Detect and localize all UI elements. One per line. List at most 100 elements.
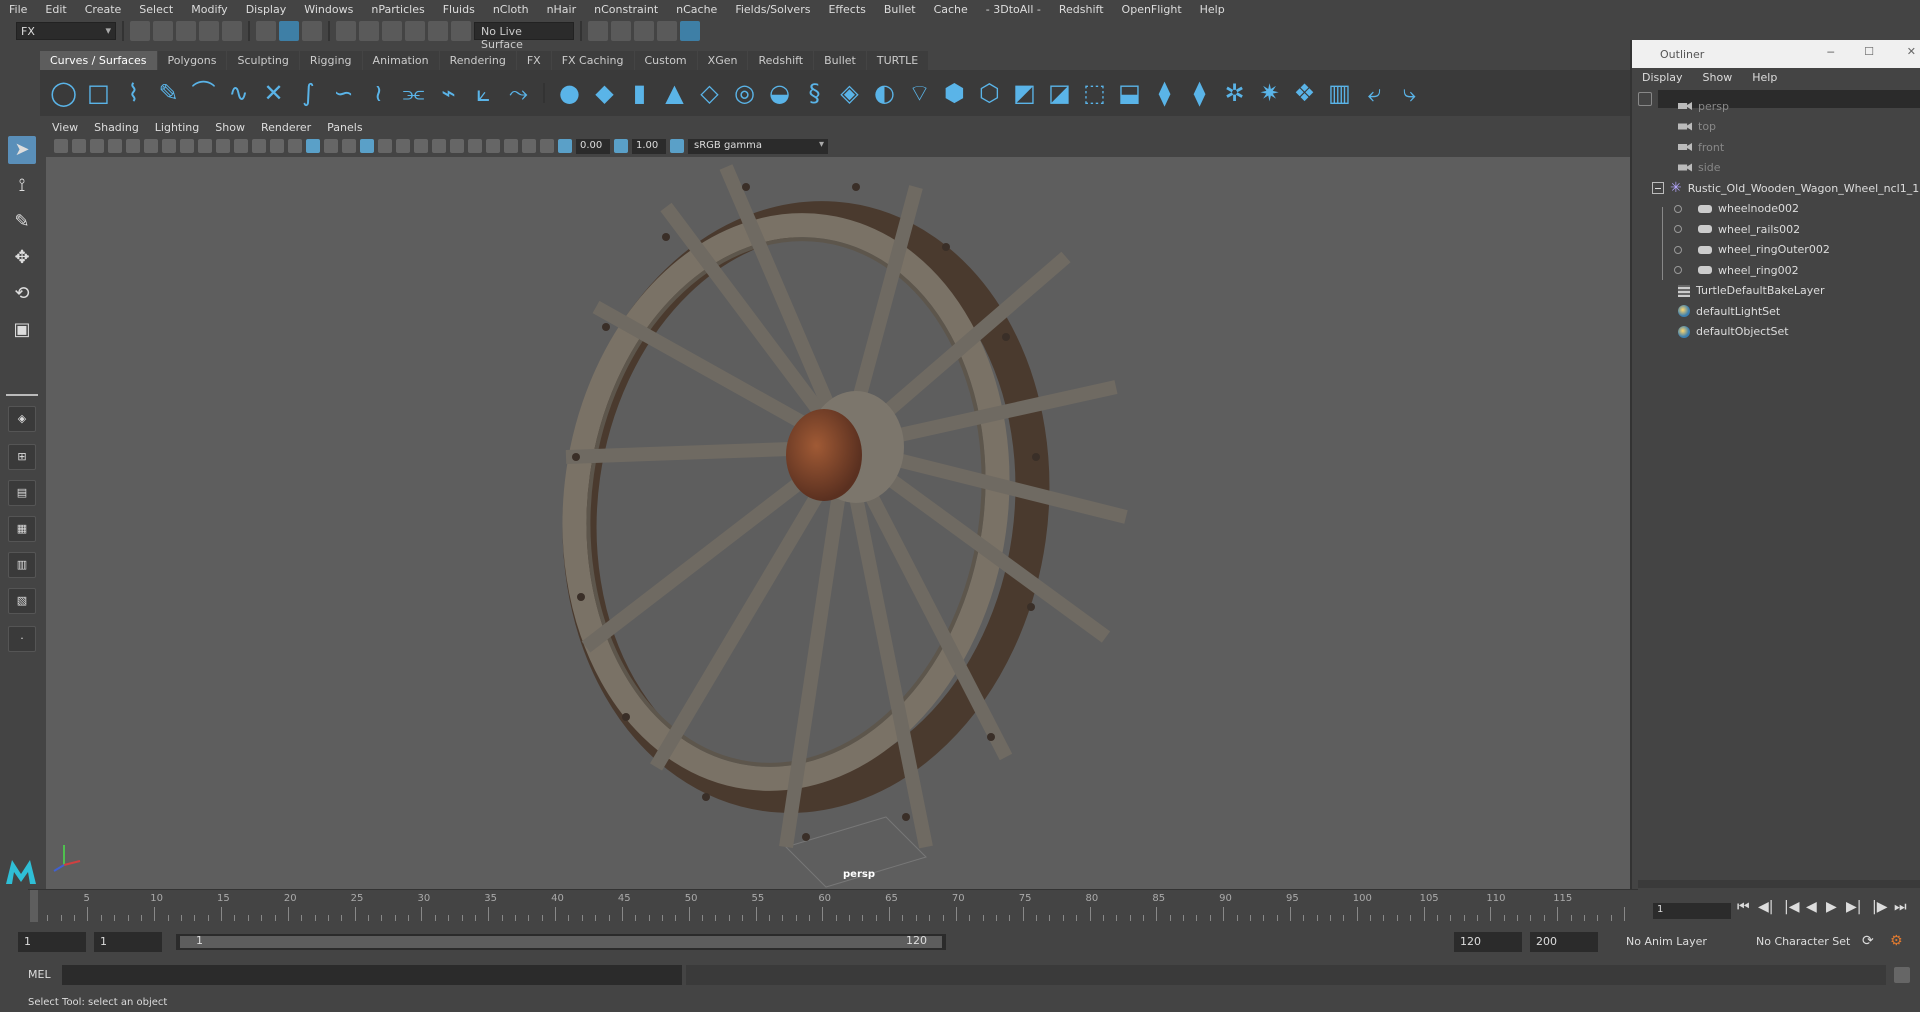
outliner-item[interactable]: TurtleDefaultBakeLayer <box>1678 281 1825 301</box>
loft-icon[interactable]: § <box>801 79 828 107</box>
select-component-icon[interactable] <box>302 21 322 41</box>
snap-curve-icon[interactable] <box>359 21 379 41</box>
nurbs-square-icon[interactable]: □ <box>85 79 112 107</box>
snap-surface-icon[interactable] <box>428 21 448 41</box>
ipr-render-icon[interactable] <box>657 21 677 41</box>
redo-icon[interactable] <box>222 21 242 41</box>
trim-tool-icon[interactable]: ⬓ <box>1116 79 1143 107</box>
sculpt-surface-icon[interactable]: ❖ <box>1291 79 1318 107</box>
intersect-curve-icon[interactable]: ✕ <box>260 79 287 107</box>
menu-fields-solvers[interactable]: Fields/Solvers <box>726 3 819 16</box>
resolution-gate-icon[interactable] <box>198 139 212 153</box>
auto-key-icon[interactable]: ⟳ <box>1862 933 1874 949</box>
menu-openflight[interactable]: OpenFlight <box>1113 3 1191 16</box>
screen-space-ao-icon[interactable] <box>414 139 428 153</box>
playback-end-field[interactable]: 120 <box>1454 932 1522 952</box>
current-frame-marker[interactable] <box>30 890 38 922</box>
go-to-end-icon[interactable]: ⏭ <box>1894 899 1907 915</box>
rebuild-surface-icon[interactable]: ✷ <box>1256 79 1283 107</box>
field-chart-icon[interactable] <box>234 139 248 153</box>
menu-windows[interactable]: Windows <box>295 3 362 16</box>
paint-select-icon[interactable]: ✎ <box>8 208 36 236</box>
insert-isoparm-icon[interactable]: ✲ <box>1221 79 1248 107</box>
panel-menu-renderer[interactable]: Renderer <box>253 121 319 134</box>
uv-editor-layout-icon[interactable]: ▧ <box>8 588 36 614</box>
single-perspective-layout-icon[interactable]: ◈ <box>8 406 36 432</box>
close-icon[interactable]: ✕ <box>1907 45 1916 58</box>
outliner-menu-help[interactable]: Help <box>1742 71 1787 84</box>
stitch-icon[interactable]: ⤶ <box>1361 79 1388 107</box>
command-language-label[interactable]: MEL <box>28 968 51 981</box>
xray-joints-icon[interactable] <box>540 139 554 153</box>
grid-icon[interactable] <box>162 139 176 153</box>
animation-start-field[interactable]: 1 <box>18 932 86 952</box>
outliner-horizontal-scrollbar[interactable] <box>1638 880 1920 888</box>
select-hierarchy-icon[interactable] <box>256 21 276 41</box>
character-set-dropdown[interactable]: No Character Set <box>1752 932 1868 952</box>
rebuild-curve-icon[interactable]: ≀ <box>365 79 392 107</box>
lock-camera-icon[interactable] <box>72 139 86 153</box>
snap-view-icon[interactable] <box>405 21 425 41</box>
persp-outliner-layout-icon[interactable]: ▤ <box>8 480 36 506</box>
select-tool-icon[interactable]: ➤ <box>8 136 36 164</box>
open-scene-icon[interactable] <box>153 21 173 41</box>
ep-curve-icon[interactable]: ⌇ <box>120 79 147 107</box>
panel-menu-view[interactable]: View <box>44 121 86 134</box>
current-frame-field[interactable]: 1 <box>1653 903 1731 919</box>
shelf-tab-rigging[interactable]: Rigging <box>299 51 362 70</box>
step-forward-key-icon[interactable]: ▶| <box>1846 899 1861 915</box>
range-slider-handle[interactable] <box>180 936 942 948</box>
image-plane-icon[interactable] <box>108 139 122 153</box>
shelf-tab-fx[interactable]: FX <box>516 51 551 70</box>
menu-nparticles[interactable]: nParticles <box>362 3 433 16</box>
menu-3dtoall[interactable]: - 3DtoAll - <box>977 3 1050 16</box>
detach-curve-icon[interactable]: ∽ <box>330 79 357 107</box>
bevel-plus-icon[interactable]: ⬢ <box>941 79 968 107</box>
motion-blur-icon[interactable] <box>432 139 446 153</box>
menu-edit[interactable]: Edit <box>36 3 75 16</box>
wireframe-icon[interactable] <box>288 139 302 153</box>
shelf-tab-xgen[interactable]: XGen <box>697 51 748 70</box>
attach-surface-icon[interactable]: ◪ <box>1046 79 1073 107</box>
outliner-item[interactable]: wheel_ringOuter002 <box>1674 240 1830 260</box>
menu-nhair[interactable]: nHair <box>538 3 586 16</box>
xray-active-icon[interactable] <box>522 139 536 153</box>
outliner-item[interactable]: defaultLightSet <box>1678 301 1780 321</box>
extrude-icon[interactable]: ◐ <box>871 79 898 107</box>
nurbs-sphere-icon[interactable]: ● <box>556 79 583 107</box>
menu-nconstraint[interactable]: nConstraint <box>585 3 667 16</box>
menu-file[interactable]: File <box>0 3 36 16</box>
more-layouts-icon[interactable]: · <box>8 626 36 652</box>
shelf-tab-curves-surfaces[interactable]: Curves / Surfaces <box>40 51 157 70</box>
menu-display[interactable]: Display <box>237 3 296 16</box>
render-current-icon[interactable] <box>634 21 654 41</box>
shelf-tab-animation[interactable]: Animation <box>362 51 439 70</box>
select-object-icon[interactable] <box>279 21 299 41</box>
nurbs-cylinder-icon[interactable]: ▮ <box>626 79 653 107</box>
four-view-layout-icon[interactable]: ⊞ <box>8 444 36 470</box>
shelf-tab-rendering[interactable]: Rendering <box>439 51 516 70</box>
shelf-tab-redshift[interactable]: Redshift <box>748 51 814 70</box>
nurbs-circle-icon[interactable]: ◯ <box>50 79 77 107</box>
gamma-icon[interactable] <box>614 139 628 153</box>
hypershade-layout-icon[interactable]: ▥ <box>8 552 36 578</box>
shelf-tab-polygons[interactable]: Polygons <box>157 51 227 70</box>
minimize-icon[interactable]: ─ <box>1827 46 1834 59</box>
shelf-tab-custom[interactable]: Custom <box>634 51 697 70</box>
shadows-icon[interactable] <box>396 139 410 153</box>
nurbs-plane-icon[interactable]: ◇ <box>696 79 723 107</box>
menu-modify[interactable]: Modify <box>182 3 236 16</box>
new-scene-icon[interactable] <box>130 21 150 41</box>
animation-end-field[interactable]: 200 <box>1530 932 1598 952</box>
shelf-tab-sculpting[interactable]: Sculpting <box>227 51 299 70</box>
menu-effects[interactable]: Effects <box>819 3 874 16</box>
view-transform-dropdown[interactable]: sRGB gamma <box>688 138 828 154</box>
shelf-tab-bullet[interactable]: Bullet <box>814 51 866 70</box>
animation-preferences-icon[interactable]: ⚙ <box>1890 933 1903 949</box>
surface-fillet-icon[interactable]: ⤷ <box>1396 79 1423 107</box>
pencil-curve-icon[interactable]: ✎ <box>155 79 182 107</box>
menu-select[interactable]: Select <box>130 3 182 16</box>
menu-help[interactable]: Help <box>1191 3 1234 16</box>
panel-menu-shading[interactable]: Shading <box>86 121 147 134</box>
2d-pan-zoom-icon[interactable] <box>126 139 140 153</box>
